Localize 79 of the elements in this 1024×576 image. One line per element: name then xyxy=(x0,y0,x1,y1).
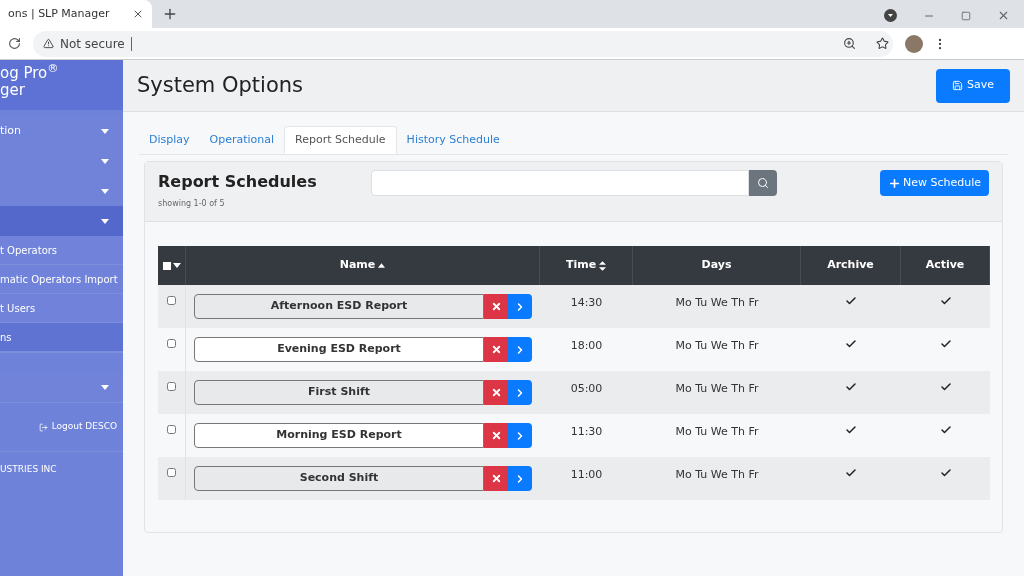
profile-avatar[interactable] xyxy=(905,34,923,53)
close-icon xyxy=(490,430,502,441)
new-tab-icon[interactable] xyxy=(162,6,178,22)
sidebar-subitem[interactable]: ns xyxy=(0,323,123,352)
schedule-name[interactable]: Afternoon ESD Report xyxy=(194,294,484,319)
close-window-icon[interactable] xyxy=(997,9,1010,22)
column-header[interactable]: Name xyxy=(339,257,376,274)
address-bar[interactable]: Not secure xyxy=(33,30,893,57)
close-icon xyxy=(490,344,502,355)
close-icon xyxy=(490,473,502,484)
schedule-name[interactable]: Morning ESD Report xyxy=(194,423,484,448)
time-cell-text: 05:00 xyxy=(570,381,603,397)
tab[interactable]: History Schedule xyxy=(396,126,510,154)
days-cell-text: Mo Tu We Th Fr xyxy=(675,295,759,311)
new-schedule-button[interactable]: New Schedule xyxy=(879,170,989,196)
time-cell-text: 14:30 xyxy=(570,295,603,311)
column-header: Days xyxy=(701,257,732,274)
days-cell-text: Mo Tu We Th Fr xyxy=(675,381,759,397)
row-checkbox[interactable] xyxy=(167,296,176,305)
schedule-name[interactable]: Second Shift xyxy=(194,466,484,491)
zoom-icon[interactable] xyxy=(843,37,856,50)
caret-icon xyxy=(101,384,109,390)
dropdown-icon[interactable] xyxy=(884,9,897,22)
caret-icon xyxy=(101,218,109,224)
tab[interactable]: Operational xyxy=(199,126,285,154)
row-checkbox[interactable] xyxy=(167,382,176,391)
open-button[interactable] xyxy=(508,466,532,491)
open-button[interactable] xyxy=(508,337,532,362)
row-checkbox[interactable] xyxy=(167,425,176,434)
search-field[interactable] xyxy=(371,170,749,196)
logout-icon xyxy=(38,422,48,432)
restore-icon[interactable] xyxy=(961,10,971,21)
tab[interactable]: Display xyxy=(139,126,200,154)
tab[interactable]: Report Schedule xyxy=(284,126,397,154)
close-icon[interactable] xyxy=(132,8,144,20)
days-cell-text: Mo Tu We Th Fr xyxy=(675,338,759,354)
delete-button[interactable] xyxy=(484,466,508,491)
search-icon xyxy=(757,177,769,189)
delete-button[interactable] xyxy=(484,337,508,362)
column-header[interactable]: Time xyxy=(565,257,597,274)
floppy-icon xyxy=(952,80,963,91)
time-cell-text: 11:00 xyxy=(570,467,603,483)
close-icon xyxy=(490,387,502,398)
bookmark-star-icon[interactable] xyxy=(876,37,889,50)
schedule-name[interactable]: First Shift xyxy=(194,380,484,405)
open-button[interactable] xyxy=(508,294,532,319)
browser-tab[interactable]: ons | SLP Manager xyxy=(0,0,152,28)
save-button[interactable]: Save xyxy=(936,68,1010,103)
close-icon xyxy=(490,301,502,312)
logout-link[interactable]: Logout DESCO xyxy=(38,420,117,434)
result-count: showing 1-0 of 5 xyxy=(158,198,226,210)
delete-button[interactable] xyxy=(484,380,508,405)
company-name: USTRIES INC xyxy=(0,463,57,477)
dropdown-caret-icon xyxy=(172,263,181,268)
delete-button[interactable] xyxy=(484,294,508,319)
days-cell-text: Mo Tu We Th Fr xyxy=(675,467,759,483)
panel-title: Report Schedules xyxy=(158,171,318,193)
reload-icon[interactable] xyxy=(8,37,21,50)
caret-icon xyxy=(101,128,109,134)
plus-icon xyxy=(887,176,901,190)
search-button[interactable] xyxy=(749,170,777,196)
time-cell-text: 11:30 xyxy=(570,424,603,440)
warning-icon xyxy=(43,38,54,49)
column-header: Active xyxy=(925,257,965,274)
row-checkbox[interactable] xyxy=(167,468,176,477)
open-button[interactable] xyxy=(508,423,532,448)
schedule-name[interactable]: Evening ESD Report xyxy=(194,337,484,362)
time-cell-text: 18:00 xyxy=(570,338,603,354)
caret-icon xyxy=(101,158,109,164)
page-title: System Options xyxy=(137,71,303,99)
column-header: Archive xyxy=(827,257,874,274)
row-checkbox[interactable] xyxy=(167,339,176,348)
caret-icon xyxy=(101,188,109,194)
select-all-checkbox[interactable] xyxy=(162,261,171,270)
security-label: Not secure xyxy=(60,35,125,53)
logo: og Pro$^{®}$ ger xyxy=(0,60,123,110)
days-cell-text: Mo Tu We Th Fr xyxy=(675,424,759,440)
open-button[interactable] xyxy=(508,380,532,405)
delete-button[interactable] xyxy=(484,423,508,448)
